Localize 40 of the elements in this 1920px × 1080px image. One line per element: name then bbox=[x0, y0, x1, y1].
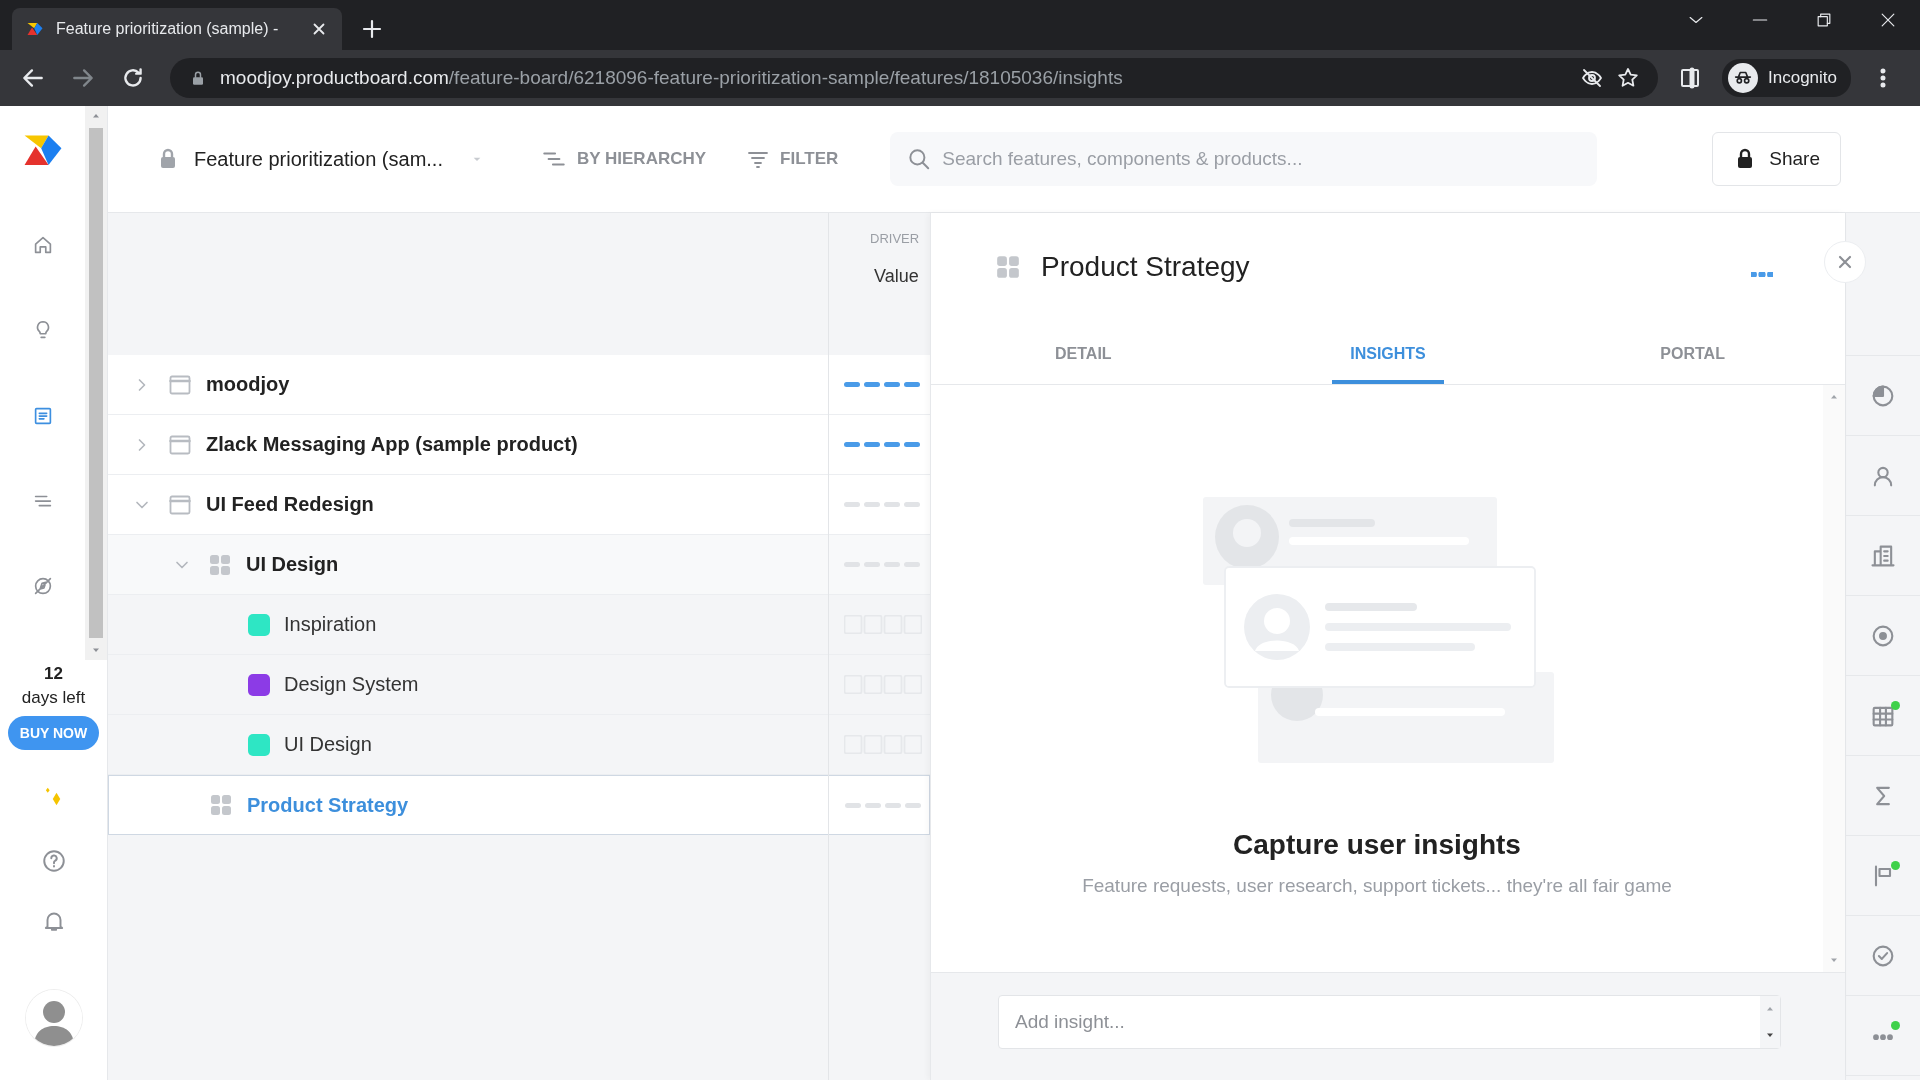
panel-title: Product Strategy bbox=[1041, 251, 1250, 283]
column-group-label: DRIVER bbox=[870, 231, 921, 246]
help-icon[interactable] bbox=[40, 848, 67, 874]
side-panel-icon[interactable] bbox=[1678, 66, 1702, 90]
share-button[interactable]: Share bbox=[1712, 132, 1841, 186]
tree-item-label: UI Design bbox=[246, 553, 339, 576]
tree-row[interactable]: UI Feed Redesign bbox=[108, 475, 930, 535]
empty-state-title: Capture user insights bbox=[1233, 829, 1521, 861]
close-button[interactable] bbox=[1824, 241, 1866, 283]
days-count: 12 bbox=[44, 664, 63, 684]
days-left-label: days left bbox=[21, 688, 86, 708]
browser-tab[interactable]: Feature prioritization (sample) - bbox=[12, 8, 342, 50]
new-tab-icon[interactable] bbox=[360, 17, 384, 41]
more-icon bbox=[1751, 272, 1773, 277]
star-icon[interactable] bbox=[1616, 66, 1640, 90]
empty-state-text: Feature requests, user research, support tickets... they're all fair game bbox=[1082, 875, 1672, 897]
eye-slash-icon[interactable] bbox=[1580, 66, 1604, 90]
tree-item-label: Product Strategy bbox=[247, 793, 409, 817]
tab-title: Feature prioritization (sample) - bbox=[56, 20, 280, 38]
scrollbar[interactable] bbox=[85, 106, 107, 660]
address-bar[interactable]: moodjoy.productboard.com/feature-board/6218096-feature-prioritization-sample/features/18105036/insights bbox=[170, 58, 1658, 98]
add-insight-field[interactable]: Add insight... bbox=[998, 995, 1781, 1049]
tree-item-label: Zlack Messaging App (sample product) bbox=[206, 433, 578, 456]
scrollbar[interactable] bbox=[1823, 385, 1845, 972]
tree-item-label: moodjoy bbox=[206, 373, 290, 396]
tree-row[interactable]: UI Design bbox=[108, 535, 930, 595]
search-field[interactable]: Search features, components & products... bbox=[890, 132, 1598, 186]
column-header: Value bbox=[874, 266, 920, 287]
favicon-icon bbox=[26, 20, 44, 38]
board-selector[interactable]: Feature prioritization (sam... bbox=[156, 147, 485, 171]
tree-item-label: Design System bbox=[284, 673, 419, 696]
grid-icon bbox=[208, 552, 232, 577]
tree-row[interactable]: Zlack Messaging App (sample product) bbox=[108, 415, 930, 475]
profile-button[interactable]: Incognito bbox=[1722, 59, 1851, 97]
tree-item-label: UI Design bbox=[284, 733, 372, 756]
tree-item-label: UI Feed Redesign bbox=[206, 493, 374, 516]
grid-icon bbox=[995, 254, 1021, 280]
grid-icon bbox=[209, 793, 233, 817]
tree-row[interactable]: moodjoy bbox=[108, 355, 930, 415]
tree-item-label: Inspiration bbox=[284, 613, 377, 636]
